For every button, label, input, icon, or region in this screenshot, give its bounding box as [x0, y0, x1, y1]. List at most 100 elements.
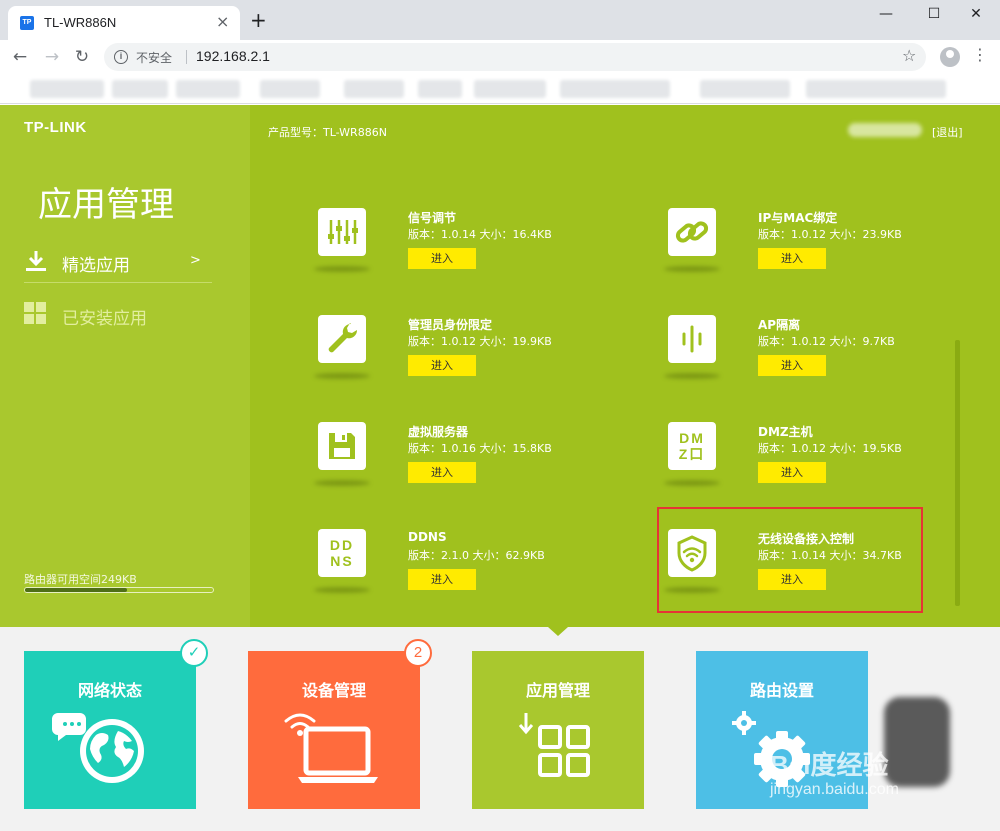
highlight-box — [657, 507, 923, 613]
grid-icon — [24, 302, 46, 324]
window-close-icon[interactable]: ✕ — [956, 2, 996, 26]
laptop-wifi-icon — [284, 713, 378, 783]
link-icon[interactable] — [668, 208, 716, 256]
bookmark-blurred[interactable] — [474, 80, 546, 98]
forward-icon[interactable]: → — [40, 45, 64, 69]
browser-menu-icon[interactable]: ⋮ — [972, 45, 988, 64]
download-icon — [26, 251, 46, 271]
bookmark-star-icon[interactable]: ☆ — [902, 46, 916, 65]
bookmark-blurred[interactable] — [560, 80, 670, 98]
storage-label: 路由器可用空间249KB — [24, 573, 137, 586]
enter-button[interactable]: 进入 — [758, 462, 826, 483]
browser-toolbar: ← → ↻ i 不安全 192.168.2.1 ☆ ⋮ — [0, 40, 1000, 74]
icon-shadow — [314, 266, 370, 272]
icon-shadow — [314, 373, 370, 379]
app-list-scrollbar[interactable] — [955, 340, 960, 606]
browser-tabstrip: TP TL-WR886N × + — ☐ ✕ — [0, 0, 1000, 40]
app-list-panel: 产品型号：TL-WR886N [退出] 信号调节 版本：1.0.14 大小：16… — [250, 105, 1000, 627]
url-text[interactable]: 192.168.2.1 — [196, 48, 270, 64]
app-version-size: 版本：1.0.16 大小：15.8KB — [408, 442, 552, 455]
minimize-icon[interactable]: — — [866, 2, 906, 26]
enter-button[interactable]: 进入 — [408, 569, 476, 590]
tab-title: TL-WR886N — [44, 15, 117, 30]
profile-avatar[interactable] — [940, 47, 960, 67]
ddns-icon-text-top: DD — [329, 537, 355, 553]
app-card-virtual-server: 虚拟服务器 版本：1.0.16 大小：15.8KB 进入 — [314, 422, 618, 512]
active-tile-pointer — [548, 627, 568, 636]
ddns-icon-text-bottom: NS — [330, 553, 354, 569]
app-card-ap-isolation: AP隔离 版本：1.0.12 大小：9.7KB 进入 — [664, 315, 968, 405]
check-badge-icon: ✓ — [180, 639, 208, 667]
notification-count-badge: 2 — [404, 639, 432, 667]
watermark-blurred — [884, 697, 950, 787]
tplink-logo: TP-LINK — [24, 119, 87, 136]
reload-icon[interactable]: ↻ — [70, 45, 94, 69]
logout-link[interactable]: [退出] — [932, 124, 963, 140]
maximize-icon[interactable]: ☐ — [914, 2, 954, 26]
omnibox-divider — [186, 50, 187, 64]
tile-app-management[interactable]: 应用管理 — [472, 651, 644, 809]
globe-chat-icon — [52, 713, 144, 783]
floppy-icon[interactable] — [318, 422, 366, 470]
chevron-right-icon: > — [190, 253, 201, 268]
app-version-size: 版本：1.0.12 大小：23.9KB — [758, 228, 902, 241]
enter-button[interactable]: 进入 — [408, 355, 476, 376]
app-name: DMZ主机 — [758, 425, 813, 439]
app-name: IP与MAC绑定 — [758, 211, 838, 225]
tab-close-icon[interactable]: × — [216, 13, 229, 31]
wrench-icon[interactable] — [318, 315, 366, 363]
tile-network-status[interactable]: 网络状态 ✓ — [24, 639, 208, 809]
icon-shadow — [664, 373, 720, 379]
app-version-size: 版本：2.1.0 大小：62.9KB — [408, 549, 545, 562]
app-grid-download-icon — [518, 713, 590, 777]
baidu-jingyan-watermark: Bai度经验 — [770, 750, 889, 780]
app-name: 管理员身份限定 — [408, 318, 493, 332]
bookmark-blurred[interactable] — [112, 80, 168, 98]
ddns-icon[interactable]: DD NS — [318, 529, 366, 577]
icon-shadow — [314, 480, 370, 486]
app-card-admin-restriction: 管理员身份限定 版本：1.0.12 大小：19.9KB 进入 — [314, 315, 618, 405]
bookmark-blurred[interactable] — [344, 80, 404, 98]
sliders-icon[interactable] — [318, 208, 366, 256]
app-card-ddns: DD NS DDNS 版本：2.1.0 大小：62.9KB 进入 — [314, 529, 618, 619]
app-card-dmz-host: DM Z口 DMZ主机 版本：1.0.12 大小：19.5KB 进入 — [664, 422, 968, 512]
back-icon[interactable]: ← — [8, 45, 32, 69]
app-version-size: 版本：1.0.12 大小：19.5KB — [758, 442, 902, 455]
app-name: 信号调节 — [408, 211, 457, 225]
sidebar-item-installed-apps[interactable]: 已安装应用 — [24, 296, 212, 336]
bookmark-blurred[interactable] — [260, 80, 320, 98]
tile-device-management[interactable]: 设备管理 2 — [248, 639, 432, 809]
storage-progress-bar — [24, 587, 214, 593]
storage-progress-fill — [25, 588, 127, 592]
icon-shadow — [664, 266, 720, 272]
bookmark-blurred[interactable] — [30, 80, 104, 98]
enter-button[interactable]: 进入 — [758, 248, 826, 269]
bookmark-blurred[interactable] — [418, 80, 462, 98]
browser-tab[interactable]: TP TL-WR886N × — [8, 6, 240, 40]
address-bar[interactable]: i 不安全 192.168.2.1 ☆ — [104, 43, 926, 71]
bookmark-blurred[interactable] — [176, 80, 240, 98]
enter-button[interactable]: 进入 — [408, 462, 476, 483]
dmz-icon-text-bottom: Z口 — [678, 446, 706, 462]
sidebar-item-featured-apps[interactable]: 精选应用 > — [24, 243, 212, 283]
sidebar-item-label: 精选应用 — [62, 256, 130, 276]
dmz-icon-text-top: DM — [679, 430, 705, 446]
app-name: DDNS — [408, 530, 447, 544]
ap-isolation-icon[interactable] — [668, 315, 716, 363]
dmz-icon[interactable]: DM Z口 — [668, 422, 716, 470]
bookmarks-bar — [0, 74, 1000, 104]
app-card-ip-mac-binding: IP与MAC绑定 版本：1.0.12 大小：23.9KB 进入 — [664, 208, 968, 298]
new-tab-icon[interactable]: + — [250, 10, 267, 30]
security-indicator[interactable]: 不安全 — [136, 49, 172, 66]
app-name: AP隔离 — [758, 318, 801, 332]
bookmark-blurred[interactable] — [700, 80, 790, 98]
info-icon[interactable]: i — [114, 50, 128, 64]
enter-button[interactable]: 进入 — [758, 355, 826, 376]
sidebar-item-label: 已安装应用 — [62, 309, 147, 329]
icon-shadow — [664, 480, 720, 486]
enter-button[interactable]: 进入 — [408, 248, 476, 269]
username-blurred — [848, 123, 922, 137]
model-label: 产品型号：TL-WR886N — [268, 126, 387, 139]
app-version-size: 版本：1.0.12 大小：9.7KB — [758, 335, 895, 348]
bookmark-blurred[interactable] — [806, 80, 946, 98]
